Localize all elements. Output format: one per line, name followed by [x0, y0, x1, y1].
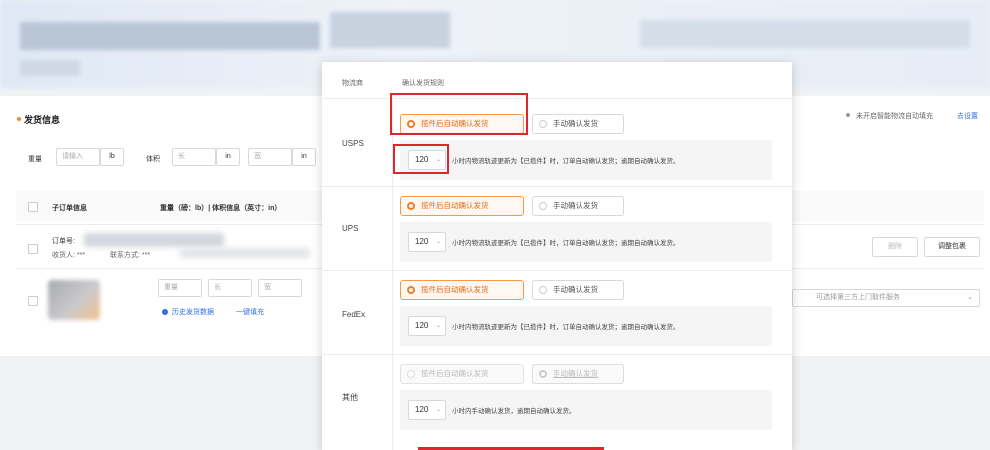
section-marker [17, 117, 21, 121]
highlight-box-auto-option [390, 93, 528, 135]
chevron-down-icon: ⌄ [435, 323, 441, 329]
manual-confirm-option[interactable]: 手动确认发货 [532, 280, 624, 300]
rule-box: 120 ⌄ 小时内手动确认发货，逾期自动确认发货。 [400, 390, 772, 430]
rule-description: 小时内手动确认发货，逾期自动确认发货。 [452, 408, 576, 415]
blurred-header-block [20, 22, 320, 50]
carrier-row-other: 其他 揽件后自动确认发货 手动确认发货 120 ⌄ 小时内手动确认发货，逾期自动确… [322, 354, 792, 450]
weight-label: 重量 [28, 156, 42, 163]
chevron-down-icon: ⌄ [435, 407, 441, 413]
rule-description: 小时内物流轨迹更新为【已揽件】时，订单自动确认发货；逾期自动确认发货。 [452, 240, 680, 247]
auto-fill-notice: 未开启智能物流自动填充 [856, 113, 933, 120]
radio-selected-icon [539, 370, 547, 378]
history-icon [162, 309, 168, 315]
hours-value: 120 [415, 321, 429, 330]
width-unit: in [292, 148, 316, 166]
col-rule-header: 确认发货规则 [402, 80, 444, 87]
address-redacted [180, 248, 310, 258]
radio-icon [407, 370, 415, 378]
hours-value: 120 [415, 405, 429, 414]
hours-value: 120 [415, 237, 429, 246]
pickup-service-select[interactable]: 可选择第三方上门取件服务 ⌄ [792, 289, 980, 307]
rule-box: 120 ⌄ 小时内物流轨迹更新为【已揽件】时，订单自动确认发货；逾期自动确认发货。 [400, 140, 772, 180]
product-thumbnail [48, 280, 100, 320]
carrier-name: USPS [342, 139, 364, 148]
manual-confirm-option[interactable]: 手动确认发货 [532, 196, 624, 216]
col-suborder: 子订单信息 [52, 205, 87, 212]
rule-box: 120 ⌄ 小时内物流轨迹更新为【已揽件】时，订单自动确认发货；逾期自动确认发货。 [400, 222, 772, 262]
auto-confirm-option[interactable]: 揽件后自动确认发货 [400, 196, 524, 216]
option-label: 揽件后自动确认发货 [421, 285, 489, 294]
hours-select[interactable]: 120 ⌄ [408, 232, 446, 252]
option-label: 揽件后自动确认发货 [421, 369, 489, 378]
auto-confirm-option[interactable]: 揽件后自动确认发货 [400, 280, 524, 300]
item-checkbox[interactable] [28, 296, 38, 306]
section-title: 发货信息 [24, 115, 61, 125]
option-label: 手动确认发货 [553, 369, 598, 378]
radio-icon [539, 202, 547, 210]
col-carrier-header: 物流商 [342, 80, 363, 87]
radio-icon [539, 120, 547, 128]
notice-dot [846, 113, 850, 117]
manual-confirm-option[interactable]: 手动确认发货 [532, 114, 624, 134]
blurred-header-block [640, 20, 970, 48]
hours-select[interactable]: 120 ⌄ [408, 400, 446, 420]
carrier-name: 其他 [342, 393, 358, 402]
option-label: 手动确认发货 [553, 201, 598, 210]
rule-box: 120 ⌄ 小时内物流轨迹更新为【已揽件】时，订单自动确认发货；逾期自动确认发货。 [400, 306, 772, 346]
blurred-header-block [20, 60, 80, 76]
rule-description: 小时内物流轨迹更新为【已揽件】时，订单自动确认发货；逾期自动确认发货。 [452, 158, 680, 165]
one-click-fill-link[interactable]: 一键填充 [236, 307, 264, 317]
option-label: 手动确认发货 [553, 119, 598, 128]
adjust-package-button[interactable]: 调整包裹 [924, 237, 980, 257]
order-checkbox[interactable] [28, 244, 38, 254]
auto-confirm-option-disabled: 揽件后自动确认发货 [400, 364, 524, 384]
order-no-redacted [84, 233, 224, 247]
weight-unit: lb [100, 148, 124, 166]
pickup-placeholder: 可选择第三方上门取件服务 [816, 294, 900, 301]
option-label: 手动确认发货 [553, 285, 598, 294]
item-width-input[interactable]: 宽 [258, 279, 302, 297]
length-unit: in [216, 148, 240, 166]
item-weight-input[interactable]: 重量 [158, 279, 202, 297]
item-length-input[interactable]: 长 [208, 279, 252, 297]
contact-label: 联系方式: *** [110, 252, 151, 259]
option-label: 揽件后自动确认发货 [421, 201, 489, 210]
receiver-label: 收货人: *** [52, 252, 86, 259]
col-weight-volume: 重量（磅：lb）| 体积信息（英寸：in） [160, 205, 282, 212]
carrier-name: FedEx [342, 310, 366, 319]
radio-icon [539, 286, 547, 294]
history-data-link[interactable]: 历史发货数据 [172, 307, 214, 317]
volume-label: 体积 [146, 156, 160, 163]
carrier-row-fedex: FedEx 揽件后自动确认发货 手动确认发货 120 ⌄ 小时内物流轨迹更新为【已… [322, 270, 792, 354]
weight-input[interactable]: 请输入 [56, 148, 100, 166]
radio-selected-icon [407, 286, 415, 294]
width-input[interactable]: 宽 [248, 148, 292, 166]
rule-description: 小时内物流轨迹更新为【已揽件】时，订单自动确认发货；逾期自动确认发货。 [452, 324, 680, 331]
order-no-label: 订单号: [52, 238, 75, 245]
hours-select[interactable]: 120 ⌄ [408, 316, 446, 336]
chevron-down-icon: ⌄ [967, 294, 973, 301]
select-all-checkbox[interactable] [28, 202, 38, 212]
carrier-row-ups: UPS 揽件后自动确认发货 手动确认发货 120 ⌄ 小时内物流轨迹更新为【已揽件… [322, 186, 792, 270]
radio-selected-icon [407, 202, 415, 210]
delete-button[interactable]: 删除 [872, 237, 918, 257]
blurred-header-block [330, 12, 450, 48]
length-input[interactable]: 长 [172, 148, 216, 166]
highlight-box-hours [393, 144, 449, 174]
chevron-down-icon: ⌄ [435, 239, 441, 245]
go-settings-link[interactable]: 去设置 [957, 111, 978, 121]
manual-confirm-option-disabled: 手动确认发货 [532, 364, 624, 384]
carrier-name: UPS [342, 224, 359, 233]
